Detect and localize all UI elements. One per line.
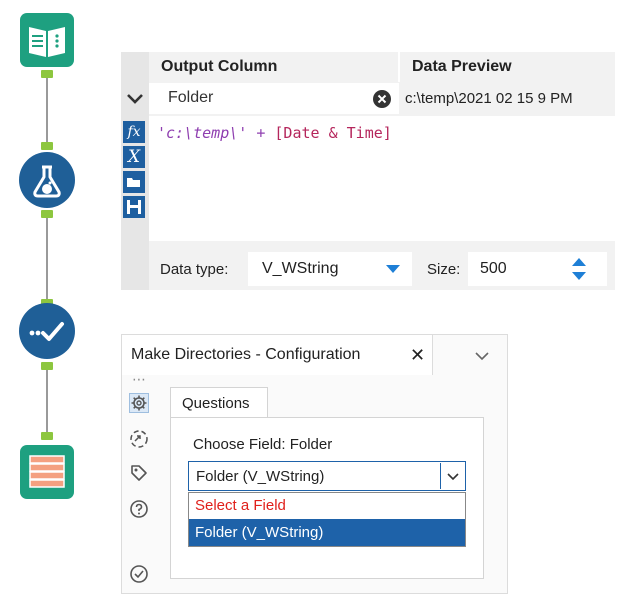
questions-body: Choose Field: Folder Folder (V_WString) … (170, 417, 484, 579)
row-expand-chevron[interactable] (121, 82, 149, 114)
configuration-rail-button[interactable] (129, 393, 149, 413)
help-icon[interactable] (129, 499, 149, 519)
output-tool[interactable] (20, 445, 74, 499)
formula-panel: Output Column Data Preview Folder c:\tem… (121, 52, 615, 290)
field-select-value: Folder (V_WString) (196, 468, 325, 485)
chevron-down-icon (127, 94, 143, 104)
save-icon (127, 200, 141, 214)
expression-string: 'c:\temp\' (157, 124, 248, 142)
output-anchor[interactable] (41, 362, 53, 370)
tag-icon[interactable] (129, 463, 149, 483)
input-anchor[interactable] (41, 142, 53, 150)
connection-line (46, 218, 48, 300)
dropdown-arrow-icon (386, 265, 400, 273)
check-circle-icon[interactable] (129, 564, 149, 584)
field-select[interactable]: Folder (V_WString) (188, 461, 466, 491)
datatype-label: Data type: (160, 261, 229, 278)
size-value: 500 (480, 260, 507, 277)
clear-icon[interactable] (373, 90, 391, 108)
layout-annotation-icon[interactable] (129, 429, 149, 449)
configuration-title: Make Directories - Configuration (131, 346, 361, 363)
stacked-output-icon (29, 455, 65, 488)
expression-text: 'c:\temp\' + [Date & Time] (157, 124, 392, 142)
header-divider (398, 52, 400, 82)
spinner-arrows-icon[interactable] (572, 258, 586, 280)
connection-line (46, 370, 48, 432)
tab-questions[interactable]: Questions (170, 387, 268, 418)
flask-formula-icon (33, 165, 61, 198)
output-field-input[interactable]: Folder (149, 83, 399, 114)
option-select-a-field[interactable]: Select a Field (189, 493, 465, 519)
datatype-select[interactable]: V_WString (248, 252, 412, 286)
fx-functions-button[interactable]: fx (123, 121, 145, 143)
folder-open-icon (127, 178, 140, 187)
configuration-tab[interactable]: Make Directories - Configuration ✕ (122, 335, 433, 375)
expression-operator: + (247, 124, 275, 142)
expression-field: [Date & Time] (274, 124, 392, 142)
make-directories-tool[interactable] (19, 303, 75, 359)
formula-tool[interactable] (19, 152, 75, 208)
open-expression-button[interactable] (123, 171, 145, 193)
expression-editor[interactable]: 'c:\temp\' + [Date & Time] (149, 116, 615, 241)
size-label: Size: (427, 261, 461, 278)
size-input[interactable]: 500 (468, 252, 607, 286)
connection-line (46, 78, 48, 142)
configuration-panel: Make Directories - Configuration ✕ ⋯ Que… (121, 334, 508, 594)
dots-icon: ⋯ (132, 371, 146, 387)
close-icon[interactable]: ✕ (410, 345, 425, 366)
choose-field-label: Choose Field: Folder (193, 436, 333, 453)
save-expression-button[interactable] (123, 196, 145, 218)
output-anchor[interactable] (41, 210, 53, 218)
field-select-arrow[interactable] (440, 463, 465, 489)
panel-menu-chevron-icon[interactable] (474, 351, 490, 361)
header-data-preview: Data Preview (412, 58, 512, 75)
checkmark-run-icon (29, 322, 64, 341)
chevron-down-icon (447, 473, 459, 481)
book-input-icon (29, 27, 65, 57)
datatype-value: V_WString (262, 260, 339, 277)
gear-icon (131, 395, 147, 411)
header-output-column: Output Column (161, 58, 278, 75)
input-tool[interactable] (20, 13, 74, 67)
output-anchor[interactable] (41, 70, 53, 78)
option-folder[interactable]: Folder (V_WString) (189, 519, 465, 546)
field-dropdown-list: Select a Field Folder (V_WString) (188, 492, 466, 547)
output-field-value: Folder (168, 89, 214, 106)
variables-button[interactable]: X (123, 146, 145, 168)
data-preview-value: c:\temp\2021 02 15 9 PM (405, 90, 573, 107)
input-anchor[interactable] (41, 432, 53, 440)
